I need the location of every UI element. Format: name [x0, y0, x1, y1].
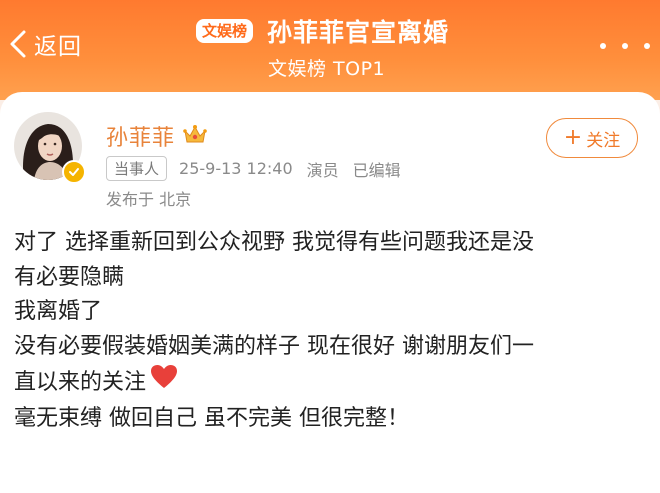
author-row: 孙菲菲	[106, 120, 207, 152]
edited-label[interactable]: 已编辑	[353, 157, 401, 181]
post-line: 有必要隐瞒	[14, 264, 125, 290]
post-line: 我离婚了	[14, 299, 103, 324]
more-options-button[interactable]	[600, 36, 650, 56]
more-dot-icon	[600, 43, 606, 49]
more-dot-icon	[644, 43, 650, 49]
more-dot-icon	[622, 43, 628, 49]
author-name[interactable]: 孙菲菲	[106, 120, 175, 152]
ranking-badge: 文娱榜	[196, 19, 254, 43]
post-line: 没有必要假装婚姻美满的样子 现在很好 谢谢朋友们一	[14, 333, 534, 359]
follow-button[interactable]: + 关注	[546, 118, 638, 158]
back-button[interactable]: 返回	[8, 24, 82, 64]
post-meta: 当事人 25-9-13 12:40 演员 已编辑	[106, 156, 401, 181]
author-profession: 演员	[306, 160, 339, 180]
role-tag: 当事人	[106, 156, 168, 181]
post-line: 对了 选择重新回到公众视野 我觉得有些问题我还是没	[14, 230, 534, 255]
post-line-with-heart: 直以来的关注	[14, 364, 650, 402]
heart-icon	[150, 364, 178, 402]
post-line: 直以来的关注	[14, 369, 147, 395]
post-content: 对了 选择重新回到公众视野 我觉得有些问题我还是没 有必要隐瞒 我离婚了 没有必…	[14, 226, 650, 436]
topic-title-row: 文娱榜 孙菲菲官宣离婚	[196, 14, 449, 48]
follow-label: 关注	[586, 130, 621, 151]
page-subtitle: 文娱榜 TOP1	[268, 58, 386, 80]
back-label: 返回	[34, 34, 82, 60]
chevron-left-icon	[10, 30, 26, 58]
post-location: 发布于 北京	[106, 190, 192, 209]
crown-icon	[183, 123, 207, 149]
post-timestamp: 25-9-13 12:40	[179, 159, 293, 178]
post-card: 孙菲菲 当事人 25-9-13 12:40 演员 已编辑 发布于 北京 + 关注…	[0, 92, 660, 493]
post-line: 毫无束缚 做回自己 虽不完美 但很完整！	[14, 405, 409, 431]
verified-badge-icon	[62, 160, 86, 184]
page-title: 孙菲菲官宣离婚	[267, 18, 450, 47]
plus-icon: +	[563, 125, 583, 150]
top-header: 返回 文娱榜 孙菲菲官宣离婚 文娱榜 TOP1	[0, 0, 660, 100]
